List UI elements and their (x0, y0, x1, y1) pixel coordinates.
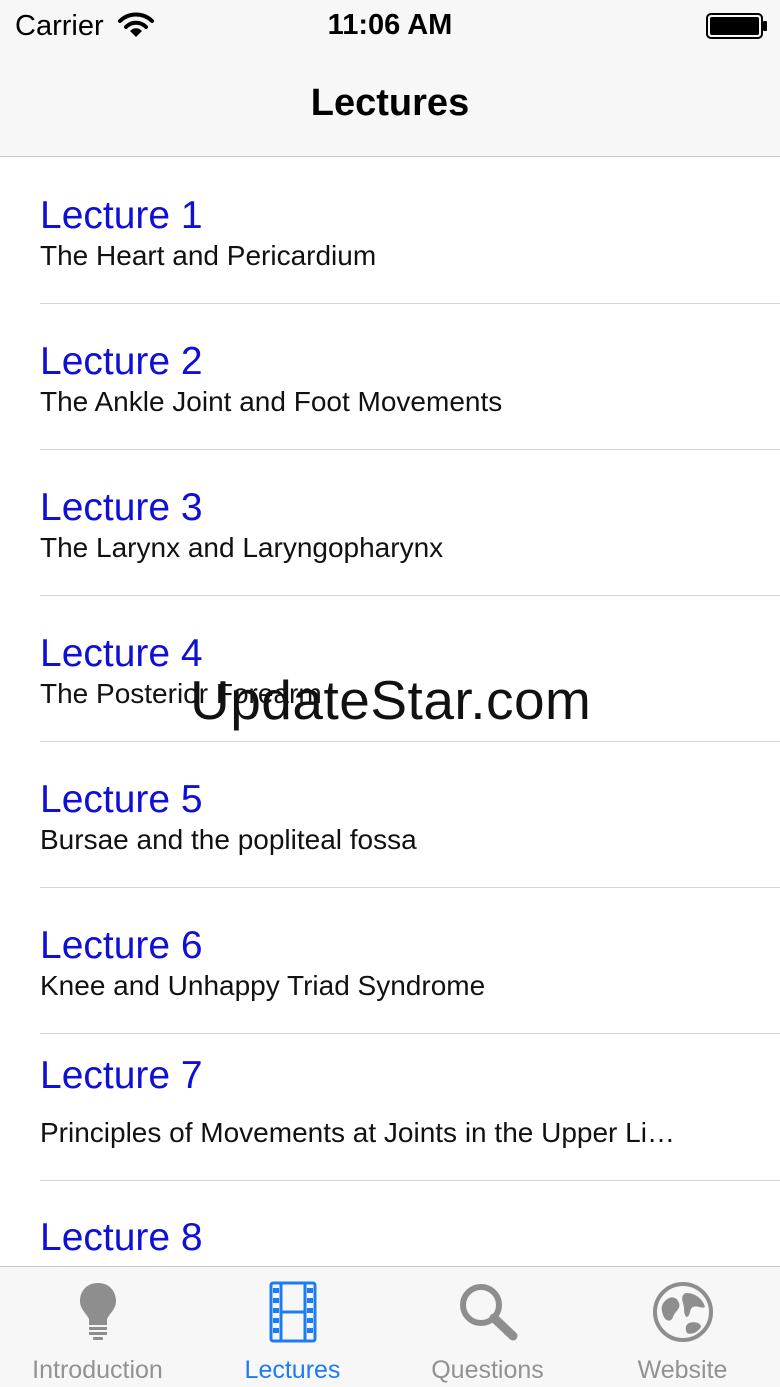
list-item[interactable]: Lecture 2 The Ankle Joint and Foot Movem… (0, 304, 780, 450)
tab-website[interactable]: Website (585, 1267, 780, 1387)
tab-label: Introduction (32, 1356, 163, 1384)
watermark: UpdateStar.com (190, 669, 592, 731)
lecture-title: Lecture 6 (40, 924, 203, 967)
status-bar: Carrier 11:06 AM (0, 0, 780, 56)
lecture-subtitle: Principles of Movements at Joints in the… (40, 1117, 675, 1148)
tab-questions[interactable]: Questions (390, 1267, 585, 1387)
tab-lectures[interactable]: Lectures (195, 1267, 390, 1387)
lecture-title: Lecture 8 (40, 1216, 203, 1259)
tab-bar: Introduction Lectures Questions Website (0, 1266, 780, 1387)
lecture-subtitle: The Ankle Joint and Foot Movements (40, 386, 503, 417)
globe-icon (652, 1282, 713, 1342)
list-item[interactable]: Lecture 5 Bursae and the popliteal fossa (0, 742, 780, 888)
tab-introduction[interactable]: Introduction (0, 1267, 195, 1387)
lecture-title: Lecture 2 (40, 340, 203, 383)
magnifier-icon (459, 1284, 517, 1341)
lecture-title: Lecture 4 (40, 632, 203, 675)
list-item[interactable]: Lecture 8 (0, 1181, 780, 1266)
list-item[interactable]: Lecture 1 The Heart and Pericardium (0, 158, 780, 304)
lecture-subtitle: The Heart and Pericardium (40, 240, 377, 271)
lecture-subtitle: Knee and Unhappy Triad Syndrome (40, 970, 486, 1001)
tab-label: Questions (431, 1356, 544, 1384)
tab-label: Lectures (244, 1356, 341, 1384)
tab-label: Website (637, 1356, 728, 1384)
lecture-title: Lecture 3 (40, 486, 203, 529)
lecture-title: Lecture 1 (40, 194, 203, 237)
lightbulb-icon (79, 1283, 116, 1340)
lecture-subtitle: Bursae and the popliteal fossa (40, 824, 417, 855)
battery-icon (706, 13, 767, 39)
navigation-bar: Lectures (0, 56, 780, 157)
list-item[interactable]: Lecture 3 The Larynx and Laryngopharynx (0, 450, 780, 596)
page-title: Lectures (310, 82, 470, 124)
lecture-subtitle: The Larynx and Laryngopharynx (40, 532, 444, 563)
lecture-title: Lecture 7 (40, 1054, 203, 1097)
film-icon (269, 1281, 316, 1343)
list-item[interactable]: Lecture 7 Principles of Movements at Joi… (0, 1034, 780, 1181)
lecture-title: Lecture 5 (40, 778, 203, 821)
list-item[interactable]: Lecture 6 Knee and Unhappy Triad Syndrom… (0, 888, 780, 1034)
status-time: 11:06 AM (327, 9, 453, 41)
